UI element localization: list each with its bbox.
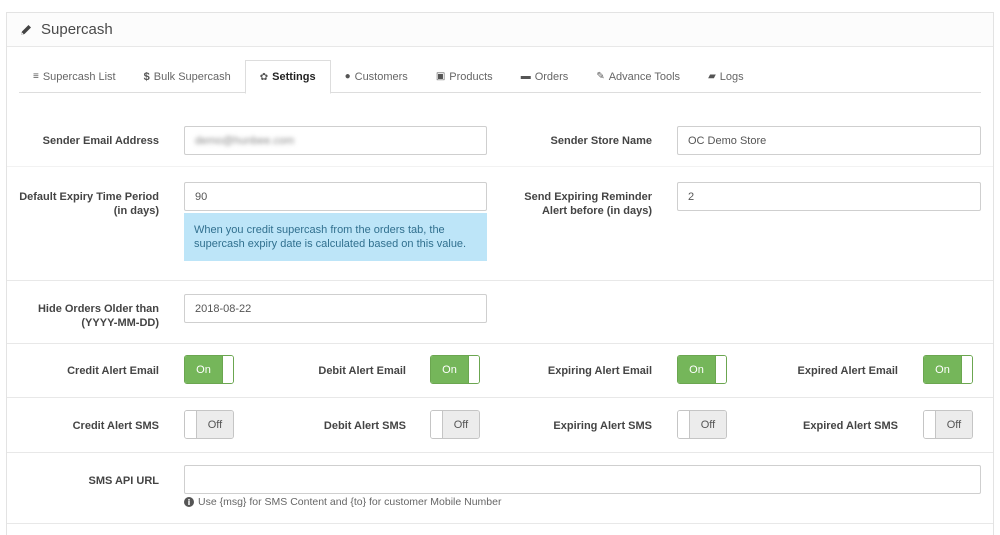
toggle-state: Off [936,411,972,438]
sender-email-field[interactable]: demo@hunbee.com [184,126,487,155]
toggle-state: On [431,356,468,383]
toggle-state: On [678,356,715,383]
list-icon: ≡ [33,71,39,82]
tab-label: Settings [272,71,316,83]
reminder-value: 2 [688,190,695,203]
hide-orders-label: Hide Orders Older than (YYYY-MM-DD) [13,302,159,330]
gear-icon: ✿ [259,71,269,83]
reminder-label-line2: Alert before (in days) [541,205,652,217]
help-text-line1: When you credit supercash from the order… [194,224,445,236]
expiry-period-label-line2: (in days) [113,205,159,217]
expiring-alert-sms-label: Expiring Alert SMS [553,420,652,432]
sender-store-label: Sender Store Name [550,135,652,147]
help-text-line2: supercash expiry date is calculated base… [194,238,467,250]
expiring-alert-email-toggle[interactable]: On [677,355,727,384]
divider [7,397,993,398]
toggle-knob [185,411,197,438]
tab-label: Customers [354,70,408,83]
sender-store-value: OC Demo Store [688,134,767,147]
toggle-knob [924,411,936,438]
supercash-panel: Supercash ≡ Supercash List $ Bulk Supercas… [6,12,994,535]
expiry-period-label-line1: Default Expiry Time Period [19,191,159,203]
toggle-state: Off [690,411,726,438]
sms-api-hint-text: Use {msg} for SMS Content and {to} for c… [198,496,502,508]
gift-icon: ▣ [435,71,446,82]
tab-orders[interactable]: ▬ Orders [507,60,583,93]
hide-orders-label-line2: (YYYY-MM-DD) [81,317,159,329]
toggle-state: Off [443,411,479,438]
tab-label: Advance Tools [608,70,681,83]
pencil-icon [19,23,33,37]
expired-alert-email-toggle[interactable]: On [923,355,973,384]
credit-alert-email-label: Credit Alert Email [67,365,159,377]
expired-alert-email-label: Expired Alert Email [797,365,898,377]
toggle-knob [431,411,443,438]
dollar-icon: $ [143,70,150,83]
sms-api-hint: i Use {msg} for SMS Content and {to} for… [184,496,501,508]
sms-api-url-field[interactable] [184,465,981,494]
expired-alert-sms-toggle[interactable]: Off [923,410,973,439]
expiry-period-value: 90 [195,190,208,203]
reminder-label-line1: Send Expiring Reminder [524,191,652,203]
tab-products[interactable]: ▣ Products [422,60,507,93]
panel-heading: Supercash [7,13,993,47]
expiry-period-label: Default Expiry Time Period (in days) [13,190,159,218]
user-icon: ● [344,71,351,82]
hide-orders-label-line1: Hide Orders Older than [37,303,159,315]
sender-email-label: Sender Email Address [42,135,159,147]
reminder-label: Send Expiring Reminder Alert before (in … [497,190,652,218]
tab-label: Supercash List [42,70,116,83]
page-title: Supercash [41,21,113,38]
hide-orders-value: 2018-08-22 [195,302,252,315]
debit-alert-sms-label: Debit Alert SMS [323,420,406,432]
tab-supercash-list[interactable]: ≡ Supercash List [19,60,130,93]
sms-api-url-label: SMS API URL [88,475,160,487]
divider [7,452,993,453]
toggle-knob [678,411,690,438]
reminder-field[interactable]: 2 [677,182,981,211]
debit-alert-email-label: Debit Alert Email [318,365,406,377]
expiring-alert-email-label: Expiring Alert Email [547,365,652,377]
divider [7,343,993,344]
tab-logs[interactable]: ▰ Logs [694,60,758,93]
toggle-knob [715,356,726,383]
debit-alert-sms-toggle[interactable]: Off [430,410,480,439]
toggle-knob [222,356,233,383]
book-icon: ▰ [708,71,716,82]
credit-alert-sms-label: Credit Alert SMS [72,420,159,432]
cart-icon: ▬ [520,71,531,82]
divider [7,280,993,281]
divider [7,523,993,524]
tab-bulk-supercash[interactable]: $ Bulk Supercash [130,60,245,93]
info-icon: i [184,497,194,507]
expiry-period-field[interactable]: 90 [184,182,487,211]
wrench-icon: ✎ [596,71,605,82]
tab-label: Logs [719,70,744,83]
tab-label: Bulk Supercash [153,70,231,83]
toggle-state: On [185,356,222,383]
expired-alert-sms-label: Expired Alert SMS [803,420,898,432]
tab-advance-tools[interactable]: ✎ Advance Tools [582,60,694,93]
sender-store-field[interactable]: OC Demo Store [677,126,981,155]
tab-label: Orders [534,70,569,83]
expiring-alert-sms-toggle[interactable]: Off [677,410,727,439]
expiry-help-box: When you credit supercash from the order… [184,213,487,261]
debit-alert-email-toggle[interactable]: On [430,355,480,384]
credit-alert-email-toggle[interactable]: On [184,355,234,384]
sender-email-value: demo@hunbee.com [195,134,295,147]
hide-orders-date-field[interactable]: 2018-08-22 [184,294,487,323]
tab-label: Products [449,70,493,83]
toggle-knob [468,356,479,383]
toggle-state: Off [197,411,233,438]
toggle-knob [961,356,972,383]
divider [7,166,993,167]
toggle-state: On [924,356,961,383]
tab-customers[interactable]: ● Customers [331,60,422,93]
credit-alert-sms-toggle[interactable]: Off [184,410,234,439]
tab-bar: ≡ Supercash List $ Bulk Supercash ✿ Setting… [19,60,981,94]
tab-settings[interactable]: ✿ Settings [244,60,331,94]
